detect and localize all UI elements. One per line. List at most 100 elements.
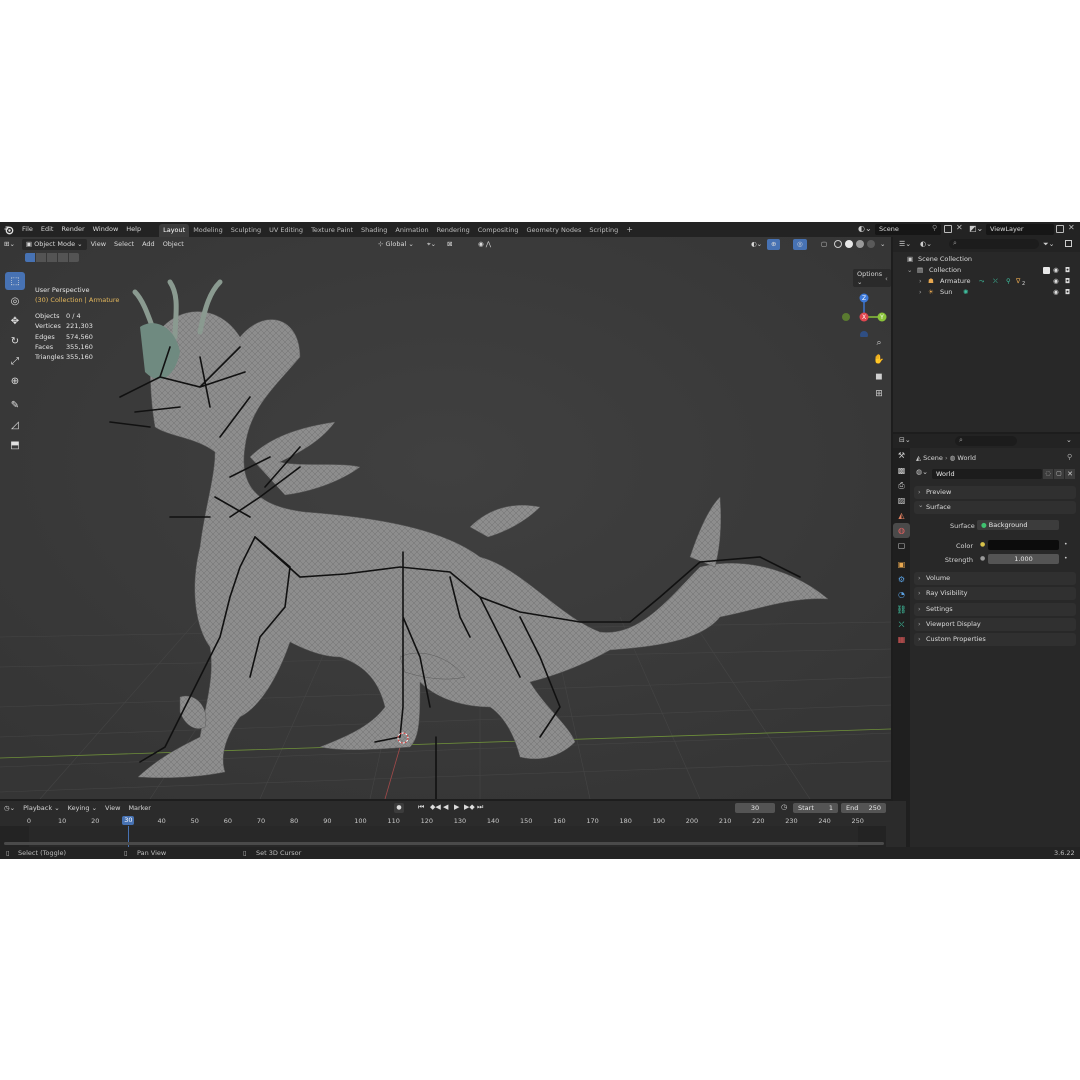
annotate-tool-icon[interactable]: ✎ <box>5 396 25 414</box>
menu-file[interactable]: File <box>18 222 37 237</box>
surface-shader-field[interactable]: ● Background <box>977 520 1059 530</box>
strength-keyframe-icon[interactable]: • <box>1064 555 1068 562</box>
pin-icon[interactable]: ⚲ <box>1067 453 1072 461</box>
orientation-dropdown[interactable]: ⊹ Global ⌄ <box>374 237 418 251</box>
tool-tab-icon[interactable]: ⚒ <box>893 448 910 463</box>
tab-geometry-nodes[interactable]: Geometry Nodes <box>523 224 586 237</box>
constraint-tab-icon[interactable]: ⛓ <box>893 602 910 617</box>
tab-layout[interactable]: Layout <box>159 224 190 237</box>
visibility-eye-icon[interactable]: ◉ <box>1053 276 1059 287</box>
start-frame-field[interactable]: Start 1 <box>793 803 838 813</box>
timeline-editor-icon[interactable]: ◷⌄ <box>0 804 19 812</box>
shading-options-icon[interactable]: ⌄ <box>876 237 889 251</box>
render-camera-icon[interactable]: ◘ <box>1065 287 1070 298</box>
new-collection-icon[interactable] <box>1065 240 1072 247</box>
panel-settings[interactable]: Settings <box>914 603 1076 616</box>
outliner-row-armature[interactable]: › ☗ Armature ⤳ ⛌ ⚲ ∇ 2 ◉ ◘ <box>893 276 1080 287</box>
tab-modeling[interactable]: Modeling <box>189 224 227 237</box>
navigation-gizmo[interactable]: Z Y X <box>838 285 890 337</box>
outliner-row-sun[interactable]: › ☀ Sun ✺ ◉ ◘ <box>893 287 1080 298</box>
view-layer-selector[interactable]: ViewLayer <box>986 224 1054 235</box>
transform-tool-icon[interactable]: ⊕ <box>5 372 25 390</box>
pan-hand-icon[interactable]: ✋ <box>872 353 886 367</box>
properties-options-icon[interactable]: ⌄ <box>1066 436 1072 444</box>
timeline-scrollbar[interactable] <box>4 842 884 845</box>
camera-icon[interactable]: ◼ <box>872 370 886 384</box>
tab-compositing[interactable]: Compositing <box>474 224 523 237</box>
outliner-editor-icon[interactable]: ☰⌄ <box>899 240 911 248</box>
panel-viewport-display[interactable]: Viewport Display <box>914 618 1076 631</box>
scale-tool-icon[interactable]: ⤢ <box>5 352 25 370</box>
menu-playback[interactable]: Playback ⌄ <box>19 804 64 812</box>
tab-texture-paint[interactable]: Texture Paint <box>307 224 357 237</box>
mode-dropdown[interactable]: ▣ Object Mode ⌄ <box>21 238 87 250</box>
color-swatch[interactable] <box>988 540 1059 550</box>
3d-viewport[interactable]: ⊞⌄ ▣ Object Mode ⌄ View Select Add Objec… <box>0 237 891 799</box>
tab-animation[interactable]: Animation <box>391 224 432 237</box>
xray-icon[interactable]: ▢ <box>817 237 831 251</box>
menu-help[interactable]: Help <box>122 222 145 237</box>
tab-rendering[interactable]: Rendering <box>433 224 474 237</box>
output-tab-icon[interactable]: ⎙ <box>893 478 910 493</box>
shading-wireframe-icon[interactable] <box>834 240 842 248</box>
panel-volume[interactable]: Volume <box>914 572 1076 585</box>
end-frame-field[interactable]: End 250 <box>841 803 886 813</box>
stopwatch-icon[interactable]: ◷ <box>781 803 787 811</box>
light-data-icon[interactable]: ✺ <box>963 287 968 298</box>
visibility-eye-icon[interactable]: ◉ <box>1053 287 1059 298</box>
scene-icon[interactable]: ◐⌄ <box>858 224 874 235</box>
blender-logo-icon[interactable] <box>4 225 14 235</box>
jump-end-button[interactable]: ⏭ <box>477 803 483 812</box>
sidebar-toggle-icon[interactable]: ‹ <box>885 275 888 283</box>
measure-tool-icon[interactable]: ◿ <box>5 416 25 434</box>
render-camera-icon[interactable]: ◘ <box>1065 276 1070 287</box>
properties-search-input[interactable]: ⌕ <box>955 436 1017 446</box>
play-button[interactable]: ▶ <box>454 803 459 811</box>
panel-ray-visibility[interactable]: Ray Visibility <box>914 587 1076 600</box>
rotate-tool-icon[interactable]: ↻ <box>5 332 25 350</box>
expand-icon[interactable]: › <box>919 287 922 298</box>
tab-uv-editing[interactable]: UV Editing <box>265 224 307 237</box>
select-invert-icon[interactable] <box>58 253 68 262</box>
proportional-edit-icon[interactable]: ◉ ⋀ <box>474 237 495 251</box>
cursor-tool-icon[interactable]: ◎ <box>5 292 25 310</box>
tab-sculpting[interactable]: Sculpting <box>227 224 265 237</box>
object-data-tab-icon[interactable]: ⛌ <box>893 617 910 632</box>
overlay-toggle-icon[interactable]: ◎ <box>793 238 807 250</box>
menu-marker[interactable]: Marker <box>124 804 154 812</box>
timeline-ruler[interactable]: 0 10 20 30 40 50 60 70 80 90 100 110 120 130 140 150 160… <box>0 815 906 826</box>
breadcrumb-world[interactable]: World <box>957 454 976 462</box>
panel-custom-properties[interactable]: Custom Properties <box>914 633 1076 646</box>
menu-render[interactable]: Render <box>57 222 88 237</box>
physics-tab-icon[interactable]: ◔ <box>893 587 910 602</box>
expand-icon[interactable]: › <box>919 276 922 287</box>
world-name-field[interactable]: World <box>932 469 1042 479</box>
visibility-eye-icon[interactable]: ◉ <box>1053 265 1059 276</box>
panel-surface[interactable]: Surface <box>914 499 1076 514</box>
select-subtract-icon[interactable] <box>47 253 57 262</box>
gizmo-toggle-icon[interactable]: ⊕ <box>767 238 781 250</box>
outliner-search-input[interactable]: ⌕ <box>949 239 1039 249</box>
texture-tab-icon[interactable]: ▦ <box>893 632 910 647</box>
pivot-icon[interactable]: ⌖⌄ <box>423 237 440 251</box>
add-cube-tool-icon[interactable]: ⬒ <box>5 436 25 454</box>
timeline-track[interactable] <box>0 826 886 847</box>
bone-icon[interactable]: ⛌ <box>993 276 998 287</box>
object-tab-icon[interactable]: ▣ <box>893 557 910 572</box>
expand-icon[interactable]: ⌄ <box>907 265 912 276</box>
jump-keyframe-back-button[interactable]: ◆◀ <box>430 803 441 811</box>
outliner-row-scene-collection[interactable]: ▣ Scene Collection <box>893 254 1080 265</box>
menu-select[interactable]: Select <box>110 237 138 251</box>
collection-checkbox[interactable] <box>1043 267 1050 274</box>
pin-icon[interactable]: ⚲ <box>932 224 937 232</box>
display-mode-icon[interactable]: ◐⌄ <box>920 240 932 248</box>
menu-timeline-view[interactable]: View <box>101 804 124 812</box>
render-tab-icon[interactable]: ▩ <box>893 463 910 478</box>
select-extend-icon[interactable] <box>36 253 46 262</box>
new-view-layer-icon[interactable] <box>1056 225 1064 233</box>
world-datablock-icon[interactable]: ◍⌄ <box>916 468 928 476</box>
remove-view-layer-icon[interactable]: ✕ <box>1068 223 1075 232</box>
menu-window[interactable]: Window <box>89 222 123 237</box>
menu-view[interactable]: View <box>87 237 110 251</box>
select-box-tool-icon[interactable]: ⬚ <box>5 272 25 290</box>
